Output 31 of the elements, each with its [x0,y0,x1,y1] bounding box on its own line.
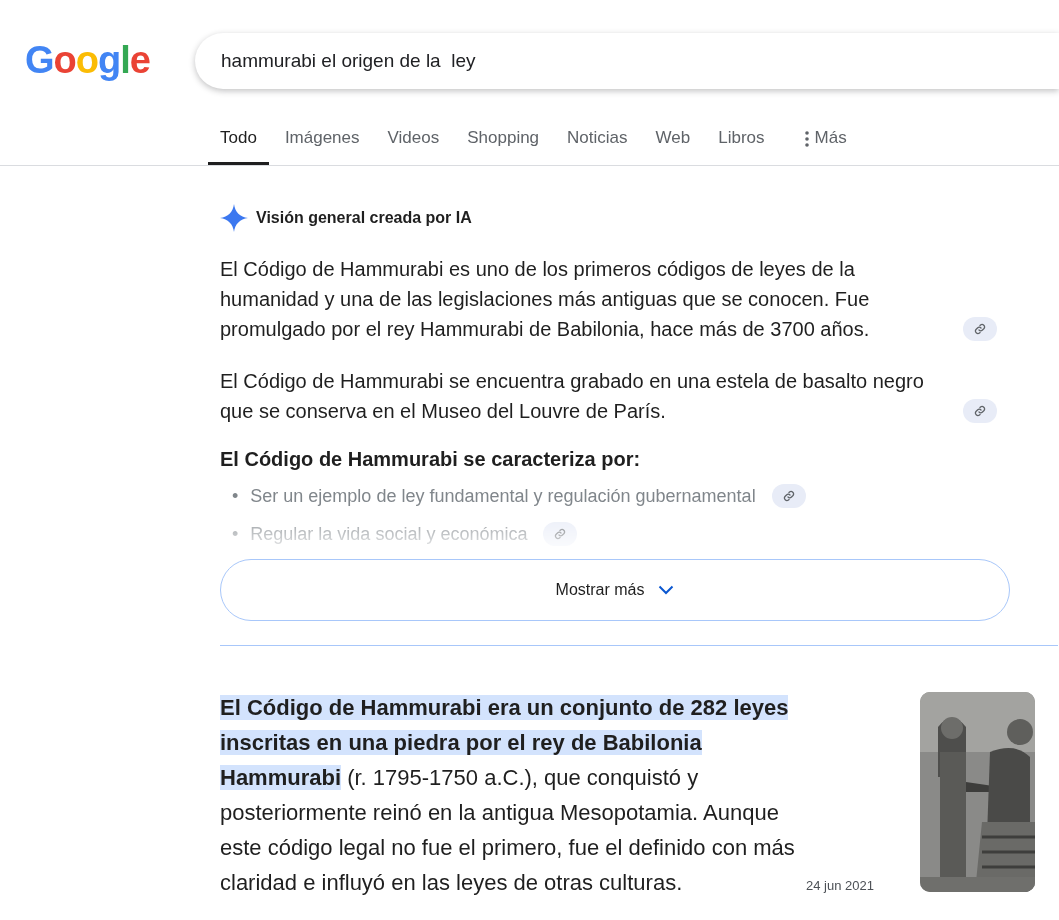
section-heading: El Código de Hammurabi se caracteriza por: [220,448,642,471]
link-icon [974,323,986,335]
google-logo[interactable]: Google [25,38,195,82]
chevron-down-icon [658,585,675,595]
source-link-button[interactable] [963,399,997,423]
link-icon [974,405,986,417]
bullet-item: Ser un ejemplo de ley fundamental y regulación gubernamental [250,485,756,508]
search-tab[interactable]: Videos [375,122,452,165]
search-tab[interactable]: Imágenes [272,122,372,165]
overview-paragraph: El Código de Hammurabi se encuentra grabado en una estela de basalto negro que se conserva en el Museo del Louvre de París. [220,369,925,424]
search-field[interactable]: hammurabi el origen de la ley [195,32,1059,89]
search-tab[interactable]: Libros [706,122,777,165]
search-tab[interactable]: Todo [208,122,269,165]
link-icon [554,528,567,540]
source-link-button[interactable] [963,317,997,341]
bullet-marker: • [232,523,239,546]
show-more-button[interactable]: Mostrar más [220,559,1010,621]
overview-paragraph: El Código de Hammurabi es uno de los primeros códigos de leyes de la humanidad y una de las legislaciones más antiguas que se conocen. Fue promulgado por el rey Hammurabi de Babilonia, hace más de 3700 años. [220,257,871,342]
link-icon [782,490,795,502]
date-text: 24 jun 2021 [806,878,874,894]
more-vert-icon [804,131,809,147]
snippet-text: El Código de Hammurabi era un conjunto de 282 leyes inscritas en una piedra por el rey de Babilonia Hammurabi (r. 1795-1750 a.C.), que conquistó y posteriormente reinó en la antigua Mesopotamia. Aunque este código legal no fue el primero, fue el definido con más claridad e influyó en las leyes de otras culturas. [220,694,796,897]
search-tab[interactable]: Shopping [455,122,552,165]
search-tab[interactable]: Web [643,122,703,165]
search-tab[interactable]: Noticias [555,122,640,165]
sparkle-icon [220,204,248,232]
source-link-button[interactable] [771,484,806,508]
bullet-marker: • [232,485,239,508]
more-menu-button[interactable]: Más [792,122,859,165]
bullet-item: Regular la vida social y económica [250,523,528,546]
overview-title: Visión general creada por IA [256,209,472,227]
